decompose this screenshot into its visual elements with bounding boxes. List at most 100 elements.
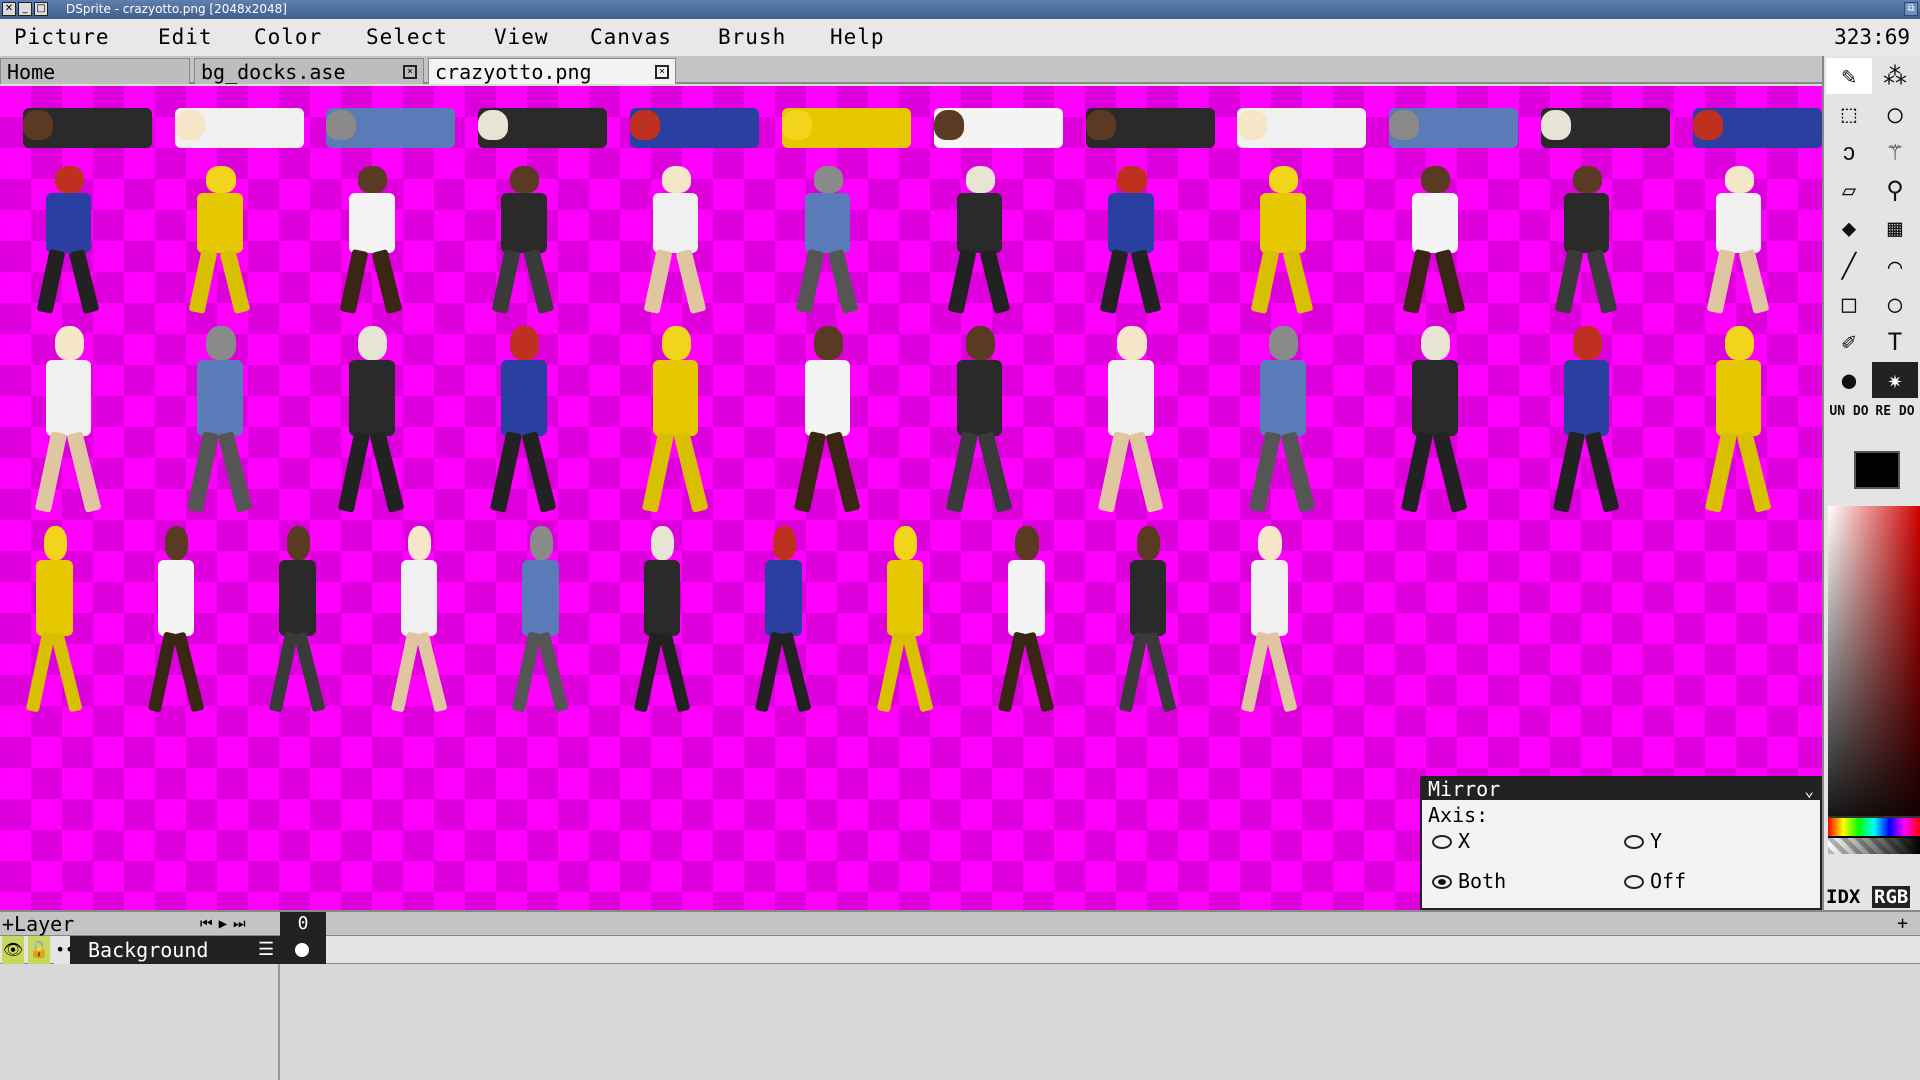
menu-brush[interactable]: Brush xyxy=(718,25,786,49)
sprite-frame xyxy=(1692,88,1822,168)
sprite-frame xyxy=(1389,166,1480,316)
contour-icon[interactable]: ✐ xyxy=(1826,324,1872,360)
fill-bucket-icon[interactable]: ◆ xyxy=(1826,210,1872,246)
menu-picture[interactable]: Picture xyxy=(14,25,110,49)
ellipse-icon[interactable]: ○ xyxy=(1872,286,1918,322)
sprite-frame xyxy=(140,526,213,716)
radio-label: Y xyxy=(1650,829,1663,853)
layer-row[interactable]: 👁 🔓 •• Background ☰ xyxy=(0,936,1920,964)
close-tab-icon[interactable]: × xyxy=(403,65,417,79)
hue-slider[interactable] xyxy=(1828,816,1920,836)
tab-bg-docks[interactable]: bg_docks.ase × xyxy=(194,58,424,84)
sprite-frame xyxy=(782,326,873,516)
toolbox: ✎ ⁂ ⬚ ◯ ↄ ⚚ ▱ ⚲ ◆ ▦ ╱ ⌒ □ ○ ✐ T ● ✷ UN D… xyxy=(1822,56,1920,910)
sprite-frame xyxy=(1111,526,1184,716)
minimize-icon[interactable]: _ xyxy=(18,2,32,16)
mode-idx-button[interactable]: IDX xyxy=(1826,886,1860,908)
menu-canvas[interactable]: Canvas xyxy=(590,25,672,49)
cel-indicator[interactable] xyxy=(280,936,326,964)
blur-icon[interactable]: ● xyxy=(1826,362,1872,398)
mirror-panel-header[interactable]: Mirror ⌄ xyxy=(1422,778,1820,800)
window-title: DSprite - crazyotto.png [2048x2048] xyxy=(66,2,287,16)
rectangle-icon[interactable]: □ xyxy=(1826,286,1872,322)
gradient-icon[interactable]: ▦ xyxy=(1872,210,1918,246)
close-icon[interactable]: ✕ xyxy=(2,2,16,16)
mirror-panel: Mirror ⌄ Axis: X Y Both Off xyxy=(1420,776,1822,910)
menu-color[interactable]: Color xyxy=(254,25,322,49)
play-icon[interactable]: ▶ xyxy=(219,916,233,932)
timeline-panel: +Layer ⏮▶⏭ 0 + 👁 🔓 •• Background ☰ xyxy=(0,910,1920,1080)
sprite-frame xyxy=(1086,326,1177,516)
menu-help[interactable]: Help xyxy=(830,25,885,49)
mode-rgb-button[interactable]: RGB xyxy=(1872,886,1911,908)
sprite-frame xyxy=(174,88,304,168)
layer-name[interactable]: Background xyxy=(70,936,280,964)
eraser-icon[interactable]: ▱ xyxy=(1826,172,1872,208)
lock-icon[interactable]: 🔓 xyxy=(28,936,50,964)
sprite-frame xyxy=(326,326,417,516)
close-tab-icon[interactable]: × xyxy=(655,65,669,79)
menu-bar: Picture Edit Color Select View Canvas Br… xyxy=(0,19,1920,56)
layer-menu-icon[interactable]: ☰ xyxy=(258,936,274,964)
timeline-divider xyxy=(278,964,280,1080)
line-icon[interactable]: ╱ xyxy=(1826,248,1872,284)
sprite-frame xyxy=(23,166,114,316)
ellipse-select-icon[interactable]: ◯ xyxy=(1872,96,1918,132)
menu-select[interactable]: Select xyxy=(366,25,448,49)
color-picker-gradient[interactable] xyxy=(1828,506,1920,846)
add-frame-button[interactable]: + xyxy=(1897,912,1908,936)
sprite-frame xyxy=(175,326,266,516)
rect-select-icon[interactable]: ⬚ xyxy=(1826,96,1872,132)
curve-icon[interactable]: ⌒ xyxy=(1872,248,1918,284)
last-frame-icon[interactable]: ⏭ xyxy=(233,916,252,932)
first-frame-icon[interactable]: ⏮ xyxy=(200,916,219,932)
sprite-frame xyxy=(630,326,721,516)
alpha-slider[interactable] xyxy=(1828,838,1920,854)
tab-crazyotto[interactable]: crazyotto.png × xyxy=(428,58,676,84)
tab-home[interactable]: Home xyxy=(0,58,190,84)
radio-icon xyxy=(1624,875,1644,889)
sprite-frame xyxy=(747,526,820,716)
foreground-color-swatch[interactable] xyxy=(1854,451,1900,489)
maximize-icon[interactable]: □ xyxy=(34,2,48,16)
restore-icon[interactable]: ⧉ xyxy=(1904,2,1918,16)
pencil-icon[interactable]: ✎ xyxy=(1826,58,1872,94)
menu-edit[interactable]: Edit xyxy=(158,25,213,49)
tab-bar: Home bg_docks.ase × crazyotto.png × xyxy=(0,56,1822,84)
mirror-radio-x[interactable]: X xyxy=(1432,830,1470,852)
text-icon[interactable]: T xyxy=(1872,324,1918,360)
sprite-frame xyxy=(1541,166,1632,316)
sprite-frame xyxy=(781,88,911,168)
undo-button[interactable]: UN DO xyxy=(1826,400,1872,436)
sprite-frame xyxy=(934,326,1025,516)
tab-label: bg_docks.ase xyxy=(201,60,346,84)
mirror-panel-title: Mirror xyxy=(1428,777,1501,801)
jumble-icon[interactable]: ✷ xyxy=(1872,362,1918,398)
sprite-frame xyxy=(1389,326,1480,516)
mirror-radio-both[interactable]: Both xyxy=(1432,870,1506,892)
sprite-frame xyxy=(1541,326,1632,516)
sprite-frame xyxy=(933,88,1063,168)
sprite-frame xyxy=(18,526,91,716)
sprite-frame xyxy=(868,526,941,716)
mirror-radio-y[interactable]: Y xyxy=(1624,830,1662,852)
menu-view[interactable]: View xyxy=(494,25,549,49)
eyedropper-icon[interactable]: ⚲ xyxy=(1872,172,1918,208)
radio-checked-icon xyxy=(1432,875,1452,889)
sprite-frame xyxy=(630,166,721,316)
magic-wand-icon[interactable]: ⚚ xyxy=(1872,134,1918,170)
chevron-down-icon[interactable]: ⌄ xyxy=(1804,780,1814,802)
sprite-frame xyxy=(478,88,608,168)
frame-number[interactable]: 0 xyxy=(280,912,326,936)
sprite-frame xyxy=(261,526,334,716)
radio-label: Both xyxy=(1458,869,1507,893)
radio-label: Off xyxy=(1650,869,1687,893)
lasso-icon[interactable]: ↄ xyxy=(1826,134,1872,170)
sprite-frame xyxy=(1233,526,1306,716)
radio-icon xyxy=(1624,835,1644,849)
redo-button[interactable]: RE DO xyxy=(1872,400,1918,436)
mirror-radio-off[interactable]: Off xyxy=(1624,870,1686,892)
add-layer-button[interactable]: +Layer xyxy=(2,912,74,936)
eye-icon[interactable]: 👁 xyxy=(2,936,24,964)
spray-icon[interactable]: ⁂ xyxy=(1872,58,1918,94)
